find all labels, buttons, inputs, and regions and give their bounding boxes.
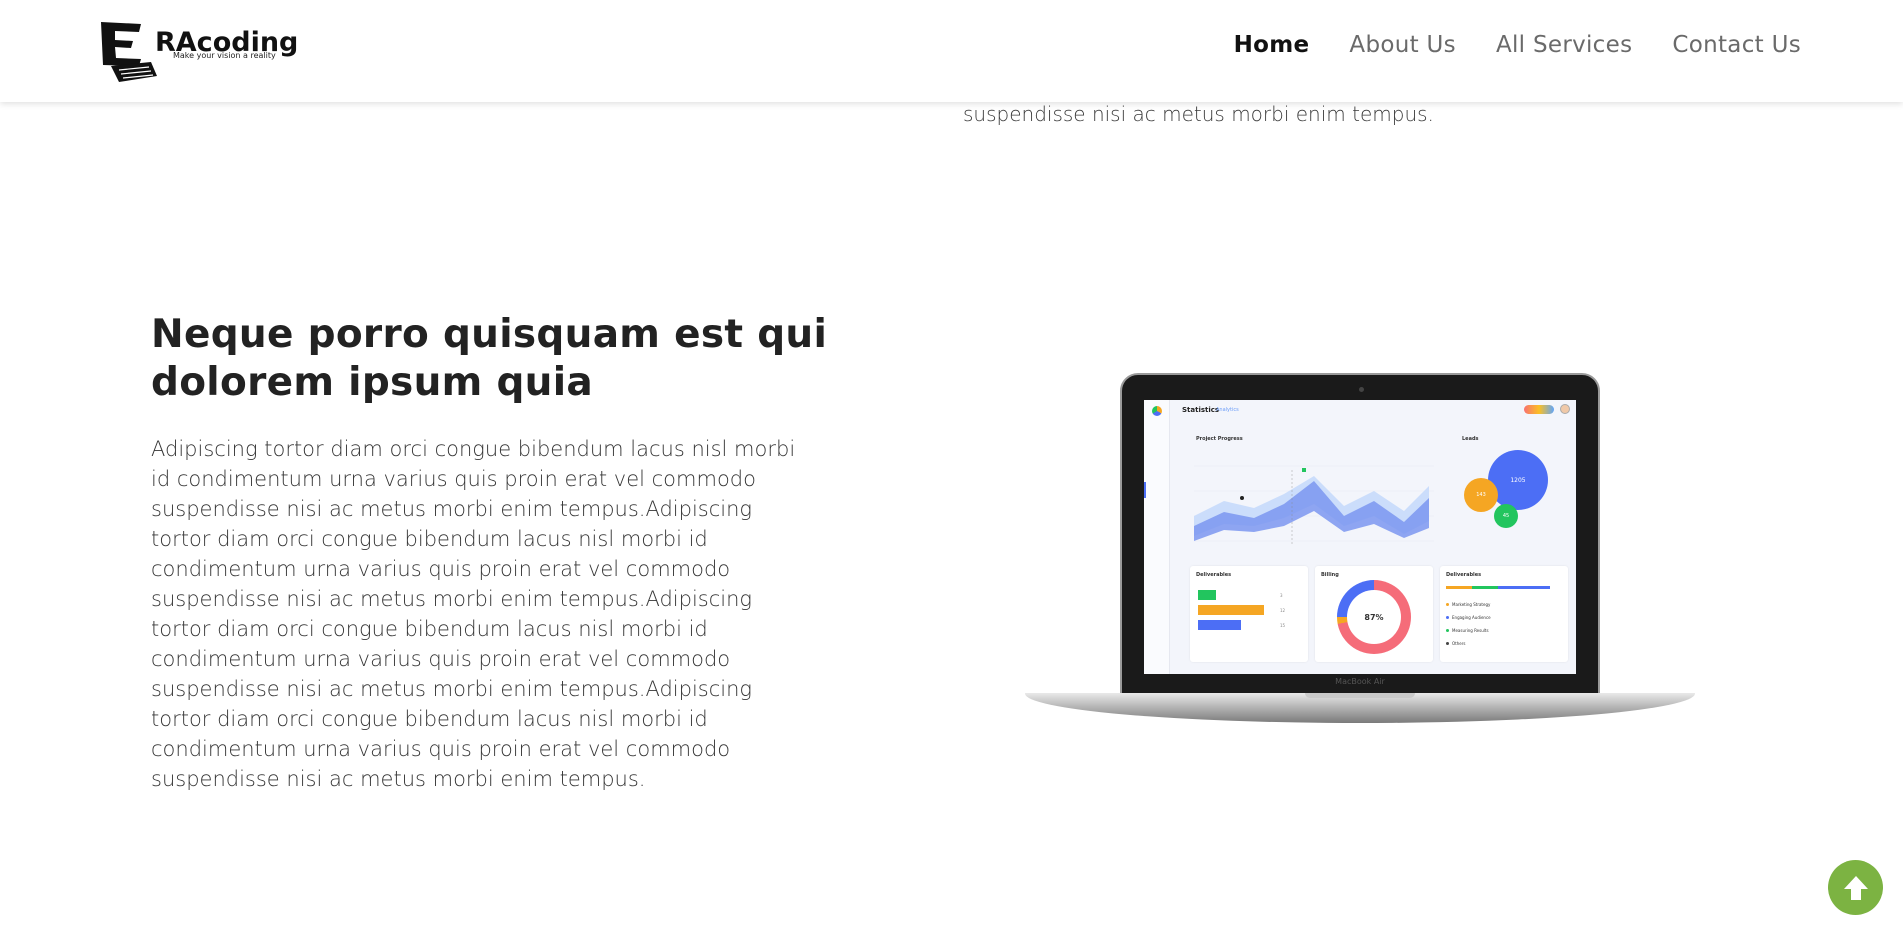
- deliverables-legend-card: Deliverables Marketing Strategy Engaging…: [1440, 566, 1568, 662]
- deliverables-bar-1-value: 3: [1280, 593, 1283, 598]
- leads-bubble-medium: 143: [1464, 478, 1498, 512]
- deliverables-bar-3: [1198, 620, 1241, 630]
- legend-item-2: Engaging Audience: [1452, 615, 1491, 620]
- legend-item-3: Measuring Results: [1452, 628, 1489, 633]
- nav-all-services[interactable]: All Services: [1496, 32, 1632, 58]
- billing-donut: 87%: [1337, 580, 1411, 654]
- legend-dot-4: [1446, 642, 1449, 645]
- previous-section-text: suspendisse nisi ac metus morbi enim tem…: [963, 102, 1434, 126]
- laptop-screen-frame: Statistics Analytics Project Progress Le…: [1120, 373, 1600, 698]
- laptop-base-notch: [1305, 693, 1415, 698]
- legend-dot-1: [1446, 603, 1449, 606]
- dashboard-avatars: [1524, 405, 1554, 414]
- main-nav: Home About Us All Services Contact Us: [1234, 32, 1801, 58]
- deliverables-bar-2: [1198, 605, 1264, 615]
- section-paragraph: Adipiscing tortor diam orci congue biben…: [151, 437, 796, 791]
- legend-dot-2: [1446, 616, 1449, 619]
- laptop-model-label: MacBook Air: [1335, 677, 1385, 686]
- panel-progress-label: Project Progress: [1196, 436, 1243, 442]
- site-logo[interactable]: RAcoding Make your vision a reality: [97, 18, 298, 84]
- dashboard-subtitle: Analytics: [1216, 407, 1239, 413]
- billing-card-title: Billing: [1321, 572, 1339, 578]
- billing-card: Billing 87%: [1315, 566, 1433, 662]
- deliverables-bar-1: [1198, 590, 1216, 600]
- nav-contact-us[interactable]: Contact Us: [1672, 32, 1801, 58]
- panel-leads-label: Leads: [1462, 436, 1479, 442]
- laptop-camera: [1359, 387, 1364, 392]
- billing-donut-center: 87%: [1347, 590, 1401, 644]
- logo-tagline: Make your vision a reality: [173, 51, 276, 60]
- deliverables-progress-bar: [1446, 586, 1550, 589]
- legend-item-1: Marketing Strategy: [1452, 602, 1491, 607]
- laptop-image: Statistics Analytics Project Progress Le…: [1025, 370, 1695, 730]
- scroll-to-top-button[interactable]: [1828, 860, 1883, 915]
- legend-item-4: Others: [1452, 641, 1466, 646]
- dashboard-user-avatar: [1560, 404, 1570, 414]
- section-heading: Neque porro quisquam est qui dolorem ips…: [151, 312, 828, 405]
- leads-bubble-medium-value: 143: [1476, 492, 1486, 498]
- leads-bubble-small: 45: [1494, 504, 1518, 528]
- sidebar-active-indicator: [1144, 482, 1146, 498]
- leads-bubble-large-value: 1205: [1510, 476, 1526, 484]
- billing-percent: 87%: [1364, 612, 1384, 622]
- deliverables-legend-title: Deliverables: [1446, 572, 1482, 578]
- arrow-up-icon: [1843, 875, 1868, 900]
- dashboard-sidebar: [1144, 400, 1170, 674]
- deliverables-card: Deliverables 3 12 15: [1190, 566, 1308, 662]
- deliverables-bar-3-value: 15: [1280, 623, 1286, 628]
- nav-about-us[interactable]: About Us: [1349, 32, 1456, 58]
- dashboard-title: Statistics: [1182, 406, 1220, 414]
- site-header: RAcoding Make your vision a reality Home…: [0, 0, 1903, 102]
- leads-bubble-large: 1205: [1488, 450, 1548, 510]
- progress-area-chart: [1194, 465, 1434, 546]
- nav-home[interactable]: Home: [1234, 32, 1310, 58]
- leads-bubble-small-value: 45: [1502, 513, 1510, 519]
- dashboard-logo-icon: [1152, 406, 1162, 416]
- dashboard-screenshot: Statistics Analytics Project Progress Le…: [1144, 400, 1576, 674]
- deliverables-card-title: Deliverables: [1196, 572, 1232, 578]
- legend-dot-3: [1446, 629, 1449, 632]
- deliverables-bar-2-value: 12: [1280, 608, 1286, 613]
